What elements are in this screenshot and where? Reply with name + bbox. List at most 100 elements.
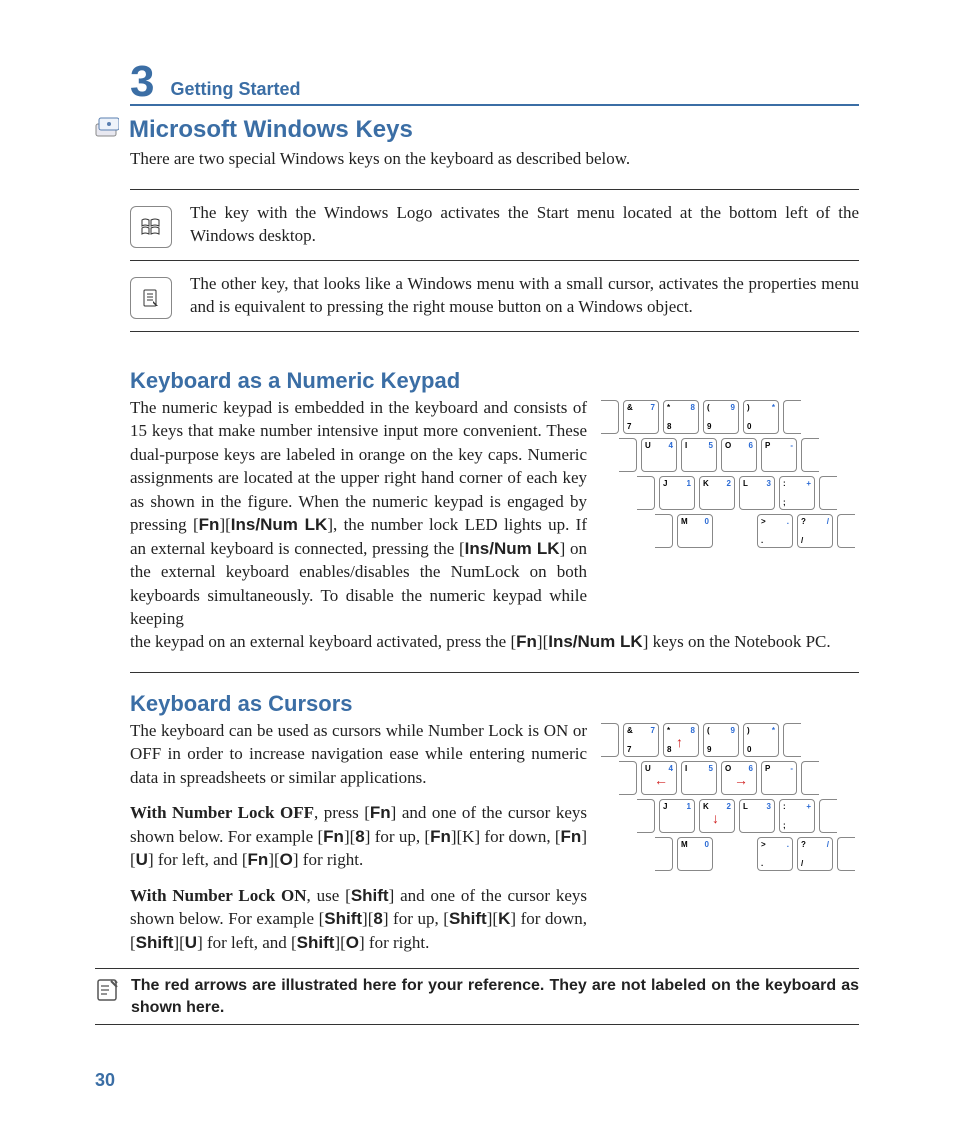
key-shift: Shift <box>449 909 487 928</box>
menu-key-desc: The other key, that looks like a Windows… <box>190 273 859 319</box>
keypad-key: P- <box>761 438 797 472</box>
text: ] for right. <box>293 850 363 869</box>
keypad-key: I5 <box>681 761 717 795</box>
numeric-keypad-figure: &77*88(99)*0 U4I5O6P- J1K2L3:+; M0 >..?// <box>601 400 859 552</box>
section-windows-keys: Microsoft Windows Keys <box>95 116 859 144</box>
key-8: 8 <box>373 909 382 928</box>
keypad-key: M0 <box>677 514 713 548</box>
keys-icon <box>95 117 119 143</box>
cursors-p1: The keyboard can be used as cursors whil… <box>130 719 587 789</box>
key-shift: Shift <box>297 933 335 952</box>
menu-key-row: The other key, that looks like a Windows… <box>130 261 859 332</box>
text: ] for up, [ <box>365 827 430 846</box>
keypad-key: I5 <box>681 438 717 472</box>
key-8: 8 <box>355 827 364 846</box>
key-fn: Fn <box>561 827 582 846</box>
cursor-arrow-icon: ← <box>654 772 668 788</box>
numeric-keypad-block: The numeric keypad is embedded in the ke… <box>130 396 859 631</box>
key-shift: Shift <box>351 886 389 905</box>
keypad-key: U4← <box>641 761 677 795</box>
key-ins-numlk: Ins/Num LK <box>231 515 328 534</box>
keypad-key: *88 <box>663 400 699 434</box>
section-title: Microsoft Windows Keys <box>129 116 413 143</box>
key-shift: Shift <box>324 909 362 928</box>
numeric-keypad-text: The numeric keypad is embedded in the ke… <box>130 396 587 631</box>
text: ] for left, and [ <box>148 850 248 869</box>
keypad-key: J1 <box>659 476 695 510</box>
keypad-key: P- <box>761 761 797 795</box>
keypad-key: ?// <box>797 837 833 871</box>
section-numeric-keypad-title: Keyboard as a Numeric Keypad <box>130 368 859 394</box>
key-shift: Shift <box>136 933 174 952</box>
key-k: K <box>498 909 510 928</box>
section-intro: There are two special Windows keys on th… <box>130 148 859 171</box>
note-box: The red arrows are illustrated here for … <box>95 968 859 1025</box>
divider <box>130 672 859 673</box>
keypad-key: L3 <box>739 476 775 510</box>
key-u: U <box>136 850 148 869</box>
keypad-key: (99 <box>703 400 739 434</box>
text: ] keys on the Notebook PC. <box>643 632 831 651</box>
keypad-key: K2↓ <box>699 799 735 833</box>
keypad-key: K2 <box>699 476 735 510</box>
key-fn: Fn <box>430 827 451 846</box>
text: the keypad on an external keyboard activ… <box>130 632 516 651</box>
chapter-title: Getting Started <box>170 79 300 104</box>
label-numlock-on: With Number Lock ON <box>130 886 307 905</box>
numeric-keypad-continuation: the keypad on an external keyboard activ… <box>130 630 859 653</box>
note-icon <box>95 977 121 1008</box>
keypad-key: &77 <box>623 723 659 757</box>
keypad-key: >.. <box>757 837 793 871</box>
cursors-text: The keyboard can be used as cursors whil… <box>130 719 587 954</box>
cursor-arrow-icon: ↑ <box>676 734 683 750</box>
key-fn: Fn <box>516 632 537 651</box>
text: ][ <box>219 515 230 534</box>
keypad-key: )*0 <box>743 400 779 434</box>
key-fn: Fn <box>248 850 269 869</box>
key-fn: Fn <box>323 827 344 846</box>
text: ] for left, and [ <box>197 933 297 952</box>
key-ins-numlk: Ins/Num LK <box>465 539 560 558</box>
text: ][ <box>537 632 548 651</box>
windows-logo-key-desc: The key with the Windows Logo activates … <box>190 202 859 248</box>
key-o: O <box>280 850 293 869</box>
cursor-arrow-icon: ↓ <box>712 810 719 826</box>
keypad-key: ?// <box>797 514 833 548</box>
page-number: 30 <box>95 1070 115 1091</box>
text: ][ <box>334 933 345 952</box>
key-u: U <box>185 933 197 952</box>
keypad-key: L3 <box>739 799 775 833</box>
note-text: The red arrows are illustrated here for … <box>131 975 859 1018</box>
text: , use [ <box>307 886 351 905</box>
text: ][ <box>487 909 498 928</box>
keypad-key: J1 <box>659 799 695 833</box>
chapter-header: 3 Getting Started <box>130 60 859 106</box>
keypad-key: O6→ <box>721 761 757 795</box>
text: ][K] for down, [ <box>451 827 561 846</box>
cursors-p3: With Number Lock ON, use [Shift] and one… <box>130 884 587 954</box>
keypad-key: :+; <box>779 799 815 833</box>
text: ][ <box>268 850 279 869</box>
text: The numeric keypad is embedded in the ke… <box>130 398 587 534</box>
cursors-keypad-figure: &77*88↑(99)*0U4←I5O6→P-J1K2↓L3:+;M0>..?/… <box>601 723 859 875</box>
text: ] for up, [ <box>383 909 449 928</box>
windows-logo-key-icon <box>130 206 172 248</box>
cursors-block: The keyboard can be used as cursors whil… <box>130 719 859 954</box>
section-cursors-title: Keyboard as Cursors <box>130 691 859 717</box>
key-fn: Fn <box>370 803 391 822</box>
cursors-p2: With Number Lock OFF, press [Fn] and one… <box>130 801 587 871</box>
windows-logo-key-row: The key with the Windows Logo activates … <box>130 189 859 261</box>
keypad-key: >.. <box>757 514 793 548</box>
cursor-arrow-icon: → <box>734 772 748 788</box>
keypad-key: *88↑ <box>663 723 699 757</box>
keypad-key: O6 <box>721 438 757 472</box>
keypad-key: &77 <box>623 400 659 434</box>
chapter-number: 3 <box>130 60 154 104</box>
keypad-key: :+; <box>779 476 815 510</box>
text: ][ <box>362 909 373 928</box>
text: , press [ <box>314 803 370 822</box>
key-fn: Fn <box>199 515 220 534</box>
key-ins-numlk: Ins/Num LK <box>548 632 642 651</box>
menu-key-icon <box>130 277 172 319</box>
keypad-key: U4 <box>641 438 677 472</box>
